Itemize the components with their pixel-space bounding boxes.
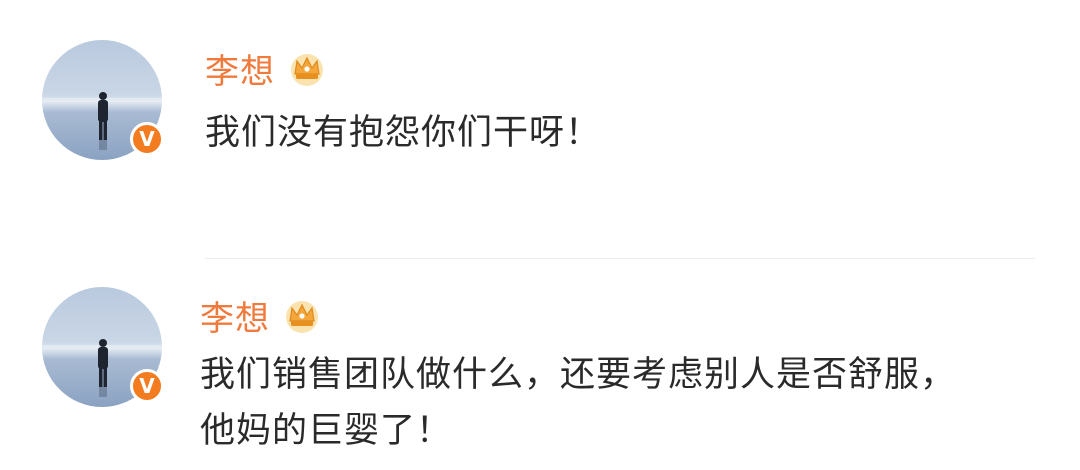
comment-text-line: 他妈的巨婴了！ xyxy=(200,411,453,451)
comment-thread: V 李想 我们没有抱怨你们干呀！ V 李想 我们销售团队做什么，还要考虑别人是否… xyxy=(0,0,1080,470)
username[interactable]: 李想 xyxy=(205,44,275,93)
comment-item: V 李想 我们销售团队做什么，还要考虑别人是否舒服， 他妈的巨婴了！ xyxy=(0,262,1080,470)
crown-badge-icon xyxy=(291,54,323,86)
username[interactable]: 李想 xyxy=(200,291,270,340)
verified-badge-icon: V xyxy=(130,369,164,403)
divider xyxy=(205,258,1035,259)
avatar[interactable]: V xyxy=(42,40,164,160)
verified-badge-icon: V xyxy=(130,122,164,156)
username-row: 李想 xyxy=(205,43,327,93)
comment-text-line: 我们没有抱怨你们干呀！ xyxy=(205,113,602,153)
crown-badge-icon xyxy=(286,301,318,333)
comment-item: V 李想 我们没有抱怨你们干呀！ xyxy=(0,0,1080,230)
comment-text: 我们没有抱怨你们干呀！ xyxy=(205,105,601,161)
comment-text: 我们销售团队做什么，还要考虑别人是否舒服， 他妈的巨婴了！ xyxy=(200,347,956,459)
avatar[interactable]: V xyxy=(42,287,164,407)
comment-text-line: 我们销售团队做什么，还要考虑别人是否舒服， xyxy=(200,355,957,395)
username-row: 李想 xyxy=(200,290,322,340)
